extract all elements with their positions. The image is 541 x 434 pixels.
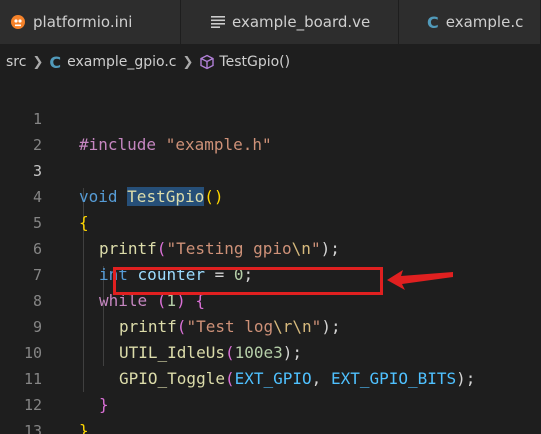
- tab-label: platformio.ini: [33, 13, 133, 31]
- code-line-10[interactable]: 10 GPIO_Toggle(EXT_GPIO, EXT_GPIO_BITS);: [0, 314, 541, 388]
- code-line-11[interactable]: 11 }: [0, 340, 541, 414]
- code-line-5[interactable]: 5 printf("Testing gpio\n");: [0, 184, 541, 258]
- code-line-3[interactable]: 3 void TestGpio(): [0, 132, 541, 206]
- c-file-icon: C: [427, 12, 439, 32]
- editor-window: platformio.ini example_board.ve C exampl…: [0, 0, 541, 434]
- line-number: 13: [23, 422, 42, 434]
- tab-platformio-ini[interactable]: platformio.ini: [0, 0, 181, 44]
- platformio-icon: [10, 14, 26, 30]
- breadcrumb-folder[interactable]: src: [6, 54, 26, 70]
- tab-label: example.c: [445, 13, 524, 31]
- breadcrumb: src ❯ C example_gpio.c ❯ TestGpio(): [0, 44, 541, 80]
- code-line-13[interactable]: 13: [0, 392, 541, 434]
- code-line-8[interactable]: 8 printf("Test log\r\n");: [0, 262, 541, 336]
- tab-example-board[interactable]: example_board.ve: [181, 0, 399, 44]
- code-editor[interactable]: 1 #include "example.h" 2 3 void TestGpio…: [0, 80, 541, 434]
- chevron-right-icon: ❯: [32, 54, 44, 70]
- code-line-12[interactable]: 12 }: [0, 366, 541, 434]
- code-line-9[interactable]: 9 UTIL_IdleUs(100e3);: [0, 288, 541, 362]
- code-line-7[interactable]: 7 while (1) {: [0, 236, 541, 310]
- code-line-4[interactable]: 4 {: [0, 158, 541, 232]
- tab-bar: platformio.ini example_board.ve C exampl…: [0, 0, 541, 44]
- annotation-arrow-icon: [387, 270, 453, 290]
- cube-icon: [199, 54, 215, 70]
- code-line-2[interactable]: 2: [0, 106, 541, 154]
- chevron-right-icon: ❯: [182, 54, 194, 70]
- tab-example-c[interactable]: C example.c: [399, 0, 541, 44]
- code-line-1[interactable]: 1 #include "example.h": [0, 80, 541, 154]
- lines-icon: [211, 16, 225, 28]
- c-file-icon: C: [49, 52, 62, 72]
- breadcrumb-file[interactable]: example_gpio.c: [67, 54, 176, 70]
- tab-label: example_board.ve: [232, 13, 371, 31]
- breadcrumb-symbol[interactable]: TestGpio(): [219, 54, 290, 70]
- code-line-6[interactable]: 6 int counter = 0;: [0, 210, 541, 284]
